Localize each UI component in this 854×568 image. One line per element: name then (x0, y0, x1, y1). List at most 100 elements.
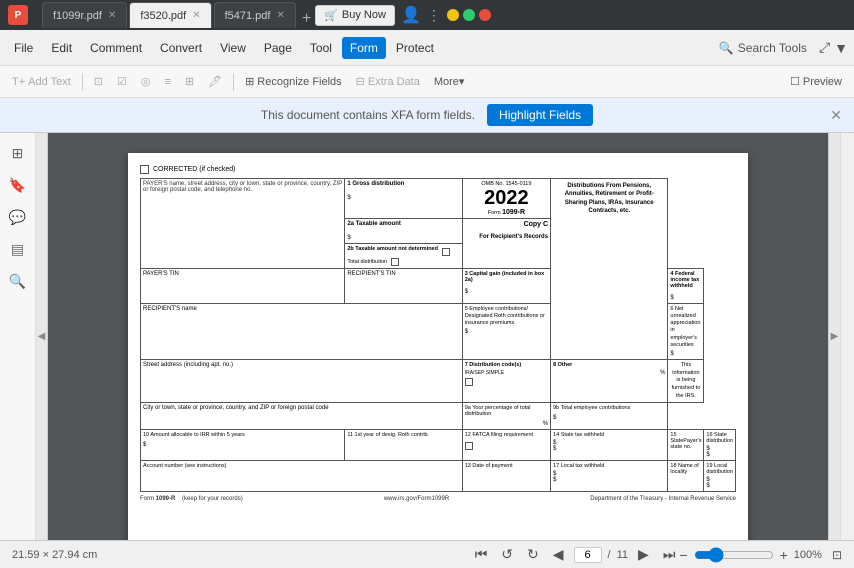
notification-close-button[interactable]: ✕ (830, 107, 842, 124)
minimize-button[interactable] (447, 9, 459, 21)
form-bottom: Form 1099-R (keep for your records) (140, 496, 243, 502)
corrected-checkbox[interactable] (140, 165, 149, 174)
total-dist-checkbox[interactable] (391, 258, 399, 266)
preview-check-icon: ☐ (790, 75, 800, 88)
tab-close-icon[interactable]: ✕ (276, 10, 284, 21)
info-label: This information is being furnished to t… (670, 362, 701, 400)
field-button-3[interactable]: ◎ (135, 72, 157, 91)
irs-url: www.irs.gov/Form1099R (384, 496, 449, 502)
field-button-5[interactable]: ⊞ (179, 72, 200, 91)
menu-tool[interactable]: Tool (302, 37, 340, 59)
tab-f1099r[interactable]: f1099r.pdf ✕ (42, 2, 127, 28)
field-icon-5: ⊞ (185, 75, 194, 88)
add-text-button[interactable]: T+ Add Text (6, 73, 77, 91)
expand-icon[interactable]: ⤢ (819, 39, 830, 56)
right-collapse-handle[interactable]: ▶ (828, 133, 840, 540)
buy-now-button[interactable]: 🛒 Buy Now (315, 5, 395, 26)
panel-layers-icon[interactable]: ▤ (6, 237, 30, 261)
user-icon[interactable]: 👤 (401, 5, 421, 25)
dist-code-checkbox[interactable] (465, 378, 473, 386)
preview-section: ☐ Preview (784, 72, 848, 91)
cap-gain-label: 3 Capital gain (included in box 2a) (465, 271, 548, 283)
close-button[interactable] (479, 9, 491, 21)
state-dist-label: 16 State distribution (706, 432, 733, 444)
zoom-out-button[interactable]: − (679, 547, 687, 563)
field-icon-2: ☑ (117, 75, 127, 88)
menu-edit[interactable]: Edit (43, 37, 80, 59)
search-tools-label: Search Tools (738, 41, 807, 55)
pdf-viewer[interactable]: CORRECTED (if checked) PAYER'S name, str… (48, 133, 828, 540)
zoom-in-button[interactable]: + (780, 547, 788, 563)
title-bar-right: 🛒 Buy Now 👤 ⋮ (315, 5, 491, 26)
menu-protect[interactable]: Protect (388, 37, 442, 59)
net-unreal-label: 6 Net unrealized appreciation in employe… (670, 306, 701, 349)
field-icon-6: 🖊 (208, 75, 222, 88)
menu-form[interactable]: Form (342, 37, 386, 59)
more-button[interactable]: More▾ (428, 72, 471, 91)
preview-checkbox[interactable]: ☐ Preview (784, 72, 848, 91)
field-button-6[interactable]: 🖊 (202, 72, 228, 91)
tab-f5471[interactable]: f5471.pdf ✕ (214, 2, 296, 28)
state-no-label: 15 StatePayer's state no. (670, 432, 701, 450)
notification-message: This document contains XFA form fields. (261, 108, 475, 122)
highlight-fields-button[interactable]: Highlight Fields (487, 104, 593, 126)
extra-data-button[interactable]: ⊟ Extra Data (350, 72, 426, 91)
field-button-4[interactable]: ≡ (158, 73, 176, 91)
recipient-name-label: RECIPIENT'S name (143, 306, 460, 312)
rotate-right-button[interactable]: ↻ (523, 544, 543, 565)
payer-label: PAYER'S name, street address, city or to… (143, 181, 342, 193)
page-input[interactable]: 6 (574, 547, 602, 563)
last-page-button[interactable]: ⏭ (659, 544, 680, 565)
field-button-2[interactable]: ☑ (111, 72, 133, 91)
pdf-page: CORRECTED (if checked) PAYER'S name, str… (128, 153, 748, 540)
search-tools-button[interactable]: 🔍 Search Tools (711, 37, 815, 59)
tab-f3520[interactable]: f3520.pdf ✕ (129, 2, 211, 28)
help-icon[interactable]: ▼ (834, 40, 848, 56)
menu-view[interactable]: View (212, 37, 254, 59)
extra-data-label: Extra Data (368, 76, 420, 88)
panel-comments-icon[interactable]: 💬 (6, 205, 30, 229)
payer-tin-label: PAYER'S TIN (143, 271, 342, 277)
fed-income-label: 4 Federal income tax withheld (670, 271, 701, 289)
page-separator: / (608, 549, 611, 561)
keep-label: (keep for your records) (182, 496, 243, 502)
maximize-button[interactable] (463, 9, 475, 21)
emp-contrib-label: 5 Employee contributions/ Designated Rot… (465, 306, 548, 327)
taxable-checkbox[interactable] (442, 248, 450, 256)
tab-close-icon[interactable]: ✕ (108, 10, 116, 21)
treasury-label: Department of the Treasury - Internal Re… (590, 496, 736, 502)
rotate-left-button[interactable]: ↺ (497, 544, 517, 565)
left-collapse-handle[interactable]: ◀ (36, 133, 48, 540)
right-scrollbar[interactable] (840, 133, 854, 540)
tab-strip: f1099r.pdf ✕ f3520.pdf ✕ f5471.pdf ✕ + (42, 2, 315, 28)
title-bar-left: P f1099r.pdf ✕ f3520.pdf ✕ f5471.pdf ✕ + (8, 2, 315, 28)
first-page-button[interactable]: ⏮ (471, 544, 492, 565)
panel-search-icon[interactable]: 🔍 (6, 269, 30, 293)
recognize-fields-button[interactable]: ⊞ Recognize Fields (239, 72, 348, 91)
panel-bookmarks-icon[interactable]: 🔖 (6, 173, 30, 197)
fatca-checkbox[interactable] (465, 442, 473, 450)
fit-page-button[interactable]: ⊡ (832, 548, 842, 562)
field-button-1[interactable]: ⊡ (88, 72, 109, 91)
tab-close-icon[interactable]: ✕ (192, 10, 200, 21)
menu-comment[interactable]: Comment (82, 37, 150, 59)
menu-dots-icon[interactable]: ⋮ (427, 7, 441, 24)
fatca-label: 12 FATCA filing requirement (465, 432, 548, 438)
notification-bar: This document contains XFA form fields. … (0, 98, 854, 133)
menu-convert[interactable]: Convert (152, 37, 210, 59)
prev-page-button[interactable]: ◀ (549, 544, 568, 565)
form-bottom-id: 1099-R (156, 496, 176, 502)
panel-pages-icon[interactable]: ⊞ (6, 141, 30, 165)
extra-data-icon: ⊟ (356, 75, 365, 88)
page-navigation: ⏮ ↺ ↻ ◀ 6 / 11 ▶ ⏭ (471, 544, 680, 565)
amt-irr-label: 10 Amount allocable to IRR within 5 year… (143, 432, 342, 438)
next-page-button[interactable]: ▶ (634, 544, 653, 565)
total-dist-label: Total distribution (347, 259, 387, 265)
copy-for-label: For Recipient's Records (465, 234, 548, 240)
add-tab-button[interactable]: + (298, 10, 315, 28)
menu-page[interactable]: Page (256, 37, 300, 59)
state-tax-label: 14 State tax withheld (553, 432, 665, 438)
main-area: ⊞ 🔖 💬 ▤ 🔍 ◀ CORRECTED (if checked) (0, 133, 854, 540)
menu-file[interactable]: File (6, 37, 41, 59)
zoom-slider[interactable] (694, 547, 774, 563)
